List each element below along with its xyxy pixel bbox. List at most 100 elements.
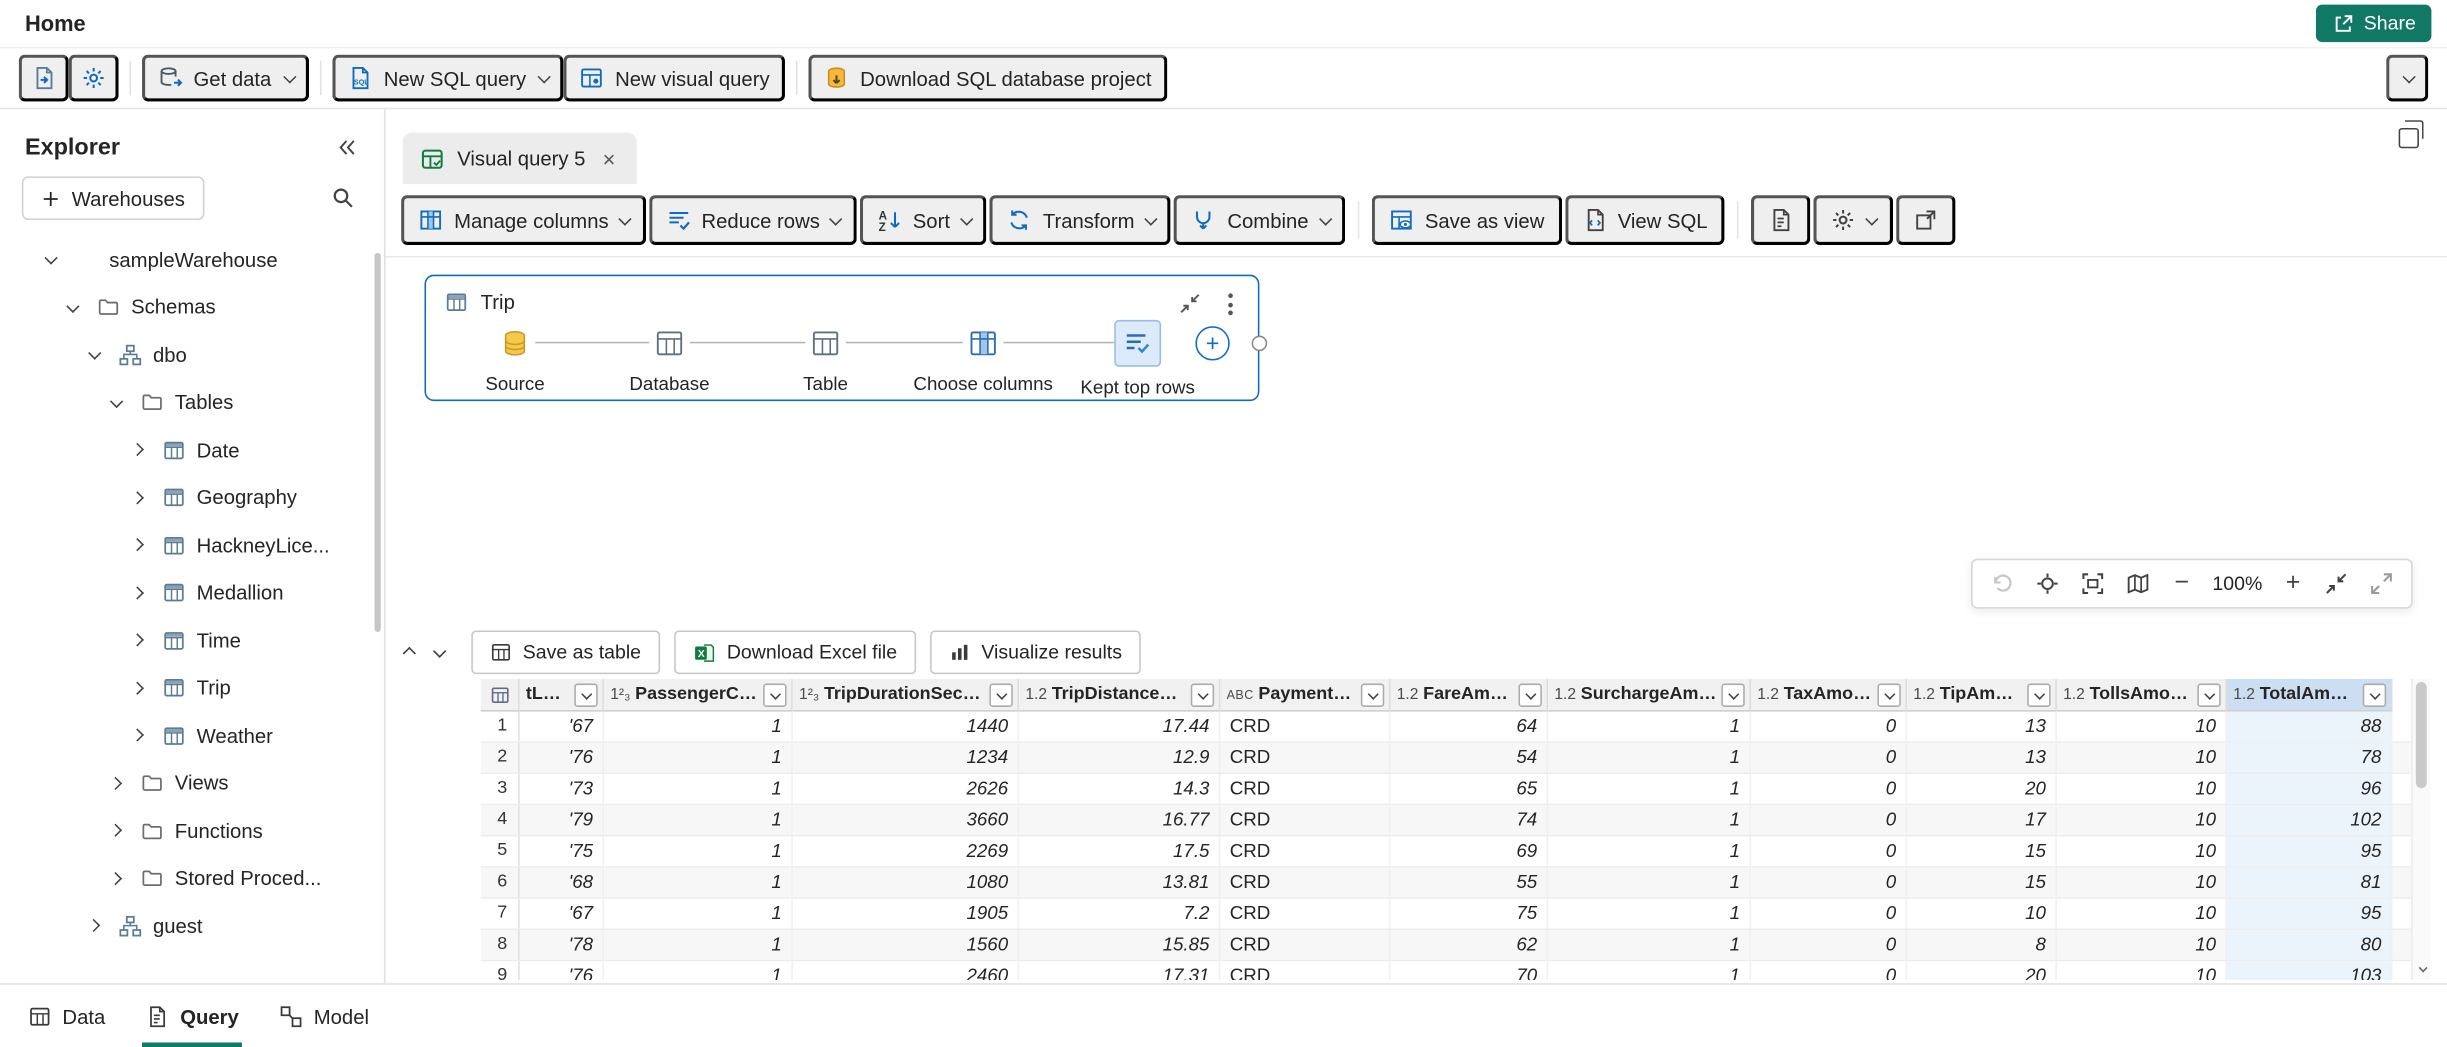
download-sql-project-button[interactable]: Download SQL database project <box>809 55 1167 102</box>
tree-item-trip[interactable]: Trip <box>0 664 384 712</box>
column-filter-button[interactable] <box>1191 683 1214 706</box>
node-output-port[interactable] <box>1252 336 1268 352</box>
tree-item-weather[interactable]: Weather <box>0 712 384 760</box>
open-in-new-button[interactable] <box>1896 195 1955 245</box>
new-visual-query-button[interactable]: New visual query <box>564 55 786 102</box>
step-kept-top-rows[interactable]: Kept top rows <box>1063 323 1213 398</box>
tree-item-guest[interactable]: guest <box>0 902 384 950</box>
expand-diagonal-icon[interactable] <box>2369 571 2394 596</box>
column-filter-button[interactable] <box>1518 683 1541 706</box>
tab-query[interactable]: Query <box>146 985 239 1047</box>
map-icon[interactable] <box>2126 571 2151 596</box>
copy-icon[interactable] <box>2399 128 2419 148</box>
tree-item-views[interactable]: Views <box>0 759 384 807</box>
step-database[interactable]: Database <box>595 323 745 395</box>
tab-model[interactable]: Model <box>279 985 369 1047</box>
column-filter-button[interactable] <box>763 683 786 706</box>
tree-item-schemas[interactable]: Schemas <box>0 283 384 331</box>
column-header-TollsAmount[interactable]: 1.2TollsAmount <box>2057 679 2227 712</box>
column-header-TipAmount[interactable]: 1.2TipAmount <box>1907 679 2057 712</box>
chevron-right-icon[interactable] <box>103 778 128 787</box>
add-warehouses-button[interactable]: Warehouses <box>22 176 204 220</box>
chevron-right-icon[interactable] <box>103 826 128 835</box>
chevron-right-icon[interactable] <box>125 445 150 454</box>
column-header-TripDurationSeconds[interactable]: 1²₃TripDurationSeconds <box>793 679 1019 712</box>
explorer-scrollbar[interactable] <box>375 253 381 632</box>
sql-script-button[interactable] <box>1751 195 1810 245</box>
column-filter-button[interactable] <box>1361 683 1384 706</box>
tree-item-stored-proced[interactable]: Stored Proced... <box>0 854 384 902</box>
column-header-PaymentType[interactable]: ABCPaymentType <box>1220 679 1390 712</box>
query-node-trip[interactable]: Trip Source <box>424 275 1259 401</box>
tree-item-functions[interactable]: Functions <box>0 807 384 855</box>
column-header-PassengerCount[interactable]: 1²₃PassengerCount <box>604 679 793 712</box>
manage-columns-button[interactable]: Manage columns <box>401 195 645 245</box>
tree-item-samplewarehouse[interactable]: sampleWarehouse <box>0 236 384 284</box>
save-as-table-button[interactable]: Save as table <box>471 630 659 674</box>
get-data-button[interactable]: Get data <box>142 55 309 102</box>
close-icon[interactable]: × <box>598 146 620 171</box>
chevron-right-icon[interactable] <box>125 588 150 597</box>
scroll-down-button[interactable] <box>2413 958 2432 980</box>
undo-icon[interactable] <box>1990 571 2015 596</box>
chevron-right-icon[interactable] <box>125 636 150 645</box>
query-settings-button[interactable] <box>1814 195 1893 245</box>
column-header-TripDistanceMiles[interactable]: 1.2TripDistanceMiles <box>1019 679 1220 712</box>
tree-item-time[interactable]: Time <box>0 616 384 664</box>
column-header-tLong[interactable]: tLong <box>520 679 604 712</box>
reduce-rows-button[interactable]: Reduce rows <box>648 195 856 245</box>
tree-item-dbo[interactable]: dbo <box>0 331 384 379</box>
search-button[interactable] <box>325 179 362 216</box>
tab-visual-query-5[interactable]: Visual query 5 × <box>403 133 638 184</box>
column-header-SurchargeAmount[interactable]: 1.2SurchargeAmount <box>1548 679 1751 712</box>
chevron-right-icon[interactable] <box>103 874 128 883</box>
query-canvas[interactable]: Trip Source <box>385 257 2447 624</box>
tree-item-hackneylice[interactable]: HackneyLice... <box>0 521 384 569</box>
visualize-results-button[interactable]: Visualize results <box>930 630 1141 674</box>
node-more-menu-icon[interactable] <box>1225 290 1236 318</box>
collapse-node-icon[interactable] <box>1178 292 1201 315</box>
zoom-in-button[interactable]: + <box>2283 571 2304 596</box>
grid-corner-cell[interactable] <box>481 679 520 712</box>
new-report-button[interactable] <box>19 55 69 102</box>
zoom-out-button[interactable]: − <box>2171 571 2192 596</box>
add-step-button[interactable]: + <box>1195 326 1229 360</box>
column-filter-button[interactable] <box>574 683 597 706</box>
sort-button[interactable]: AZ Sort <box>860 195 987 245</box>
collapse-results-icon[interactable] <box>433 645 446 658</box>
ribbon-collapse-chevron[interactable] <box>2386 55 2428 102</box>
expand-results-icon[interactable] <box>403 647 416 660</box>
collapse-diagonal-icon[interactable] <box>2324 571 2349 596</box>
column-filter-button[interactable] <box>1721 683 1744 706</box>
column-filter-button[interactable] <box>989 683 1012 706</box>
tab-data[interactable]: Data <box>28 985 105 1047</box>
fit-to-screen-icon[interactable] <box>2081 571 2106 596</box>
column-header-TotalAmount[interactable]: 1.2TotalAmount <box>2227 679 2392 712</box>
view-sql-button[interactable]: View SQL <box>1565 195 1725 245</box>
column-filter-button[interactable] <box>2027 683 2050 706</box>
column-filter-button[interactable] <box>2363 683 2386 706</box>
share-button[interactable]: Share <box>2315 5 2431 42</box>
chevron-right-icon[interactable] <box>125 731 150 740</box>
step-choose-columns[interactable]: Choose columns <box>908 323 1058 395</box>
chevron-right-icon[interactable] <box>125 683 150 692</box>
home-menu[interactable]: Home <box>16 8 95 39</box>
column-filter-button[interactable] <box>2197 683 2220 706</box>
grid-vertical-scrollbar[interactable] <box>2411 679 2430 980</box>
combine-button[interactable]: Combine <box>1174 195 1345 245</box>
tree-item-medallion[interactable]: Medallion <box>0 569 384 617</box>
step-table[interactable]: Table <box>751 323 901 395</box>
column-filter-button[interactable] <box>1877 683 1900 706</box>
chevron-down-icon[interactable] <box>103 398 128 407</box>
chevron-down-icon[interactable] <box>81 350 106 359</box>
transform-button[interactable]: Transform <box>990 195 1171 245</box>
chevron-right-icon[interactable] <box>81 921 106 930</box>
tree-item-tables[interactable]: Tables <box>0 378 384 426</box>
chevron-down-icon[interactable] <box>59 302 84 311</box>
chevron-down-icon[interactable] <box>37 255 62 264</box>
new-sql-query-button[interactable]: SQL New SQL query <box>332 55 563 102</box>
save-as-view-button[interactable]: Save as view <box>1372 195 1562 245</box>
download-excel-button[interactable]: X Download Excel file <box>674 630 916 674</box>
locate-icon[interactable] <box>2036 571 2061 596</box>
column-header-TaxAmount[interactable]: 1.2TaxAmount <box>1751 679 1907 712</box>
